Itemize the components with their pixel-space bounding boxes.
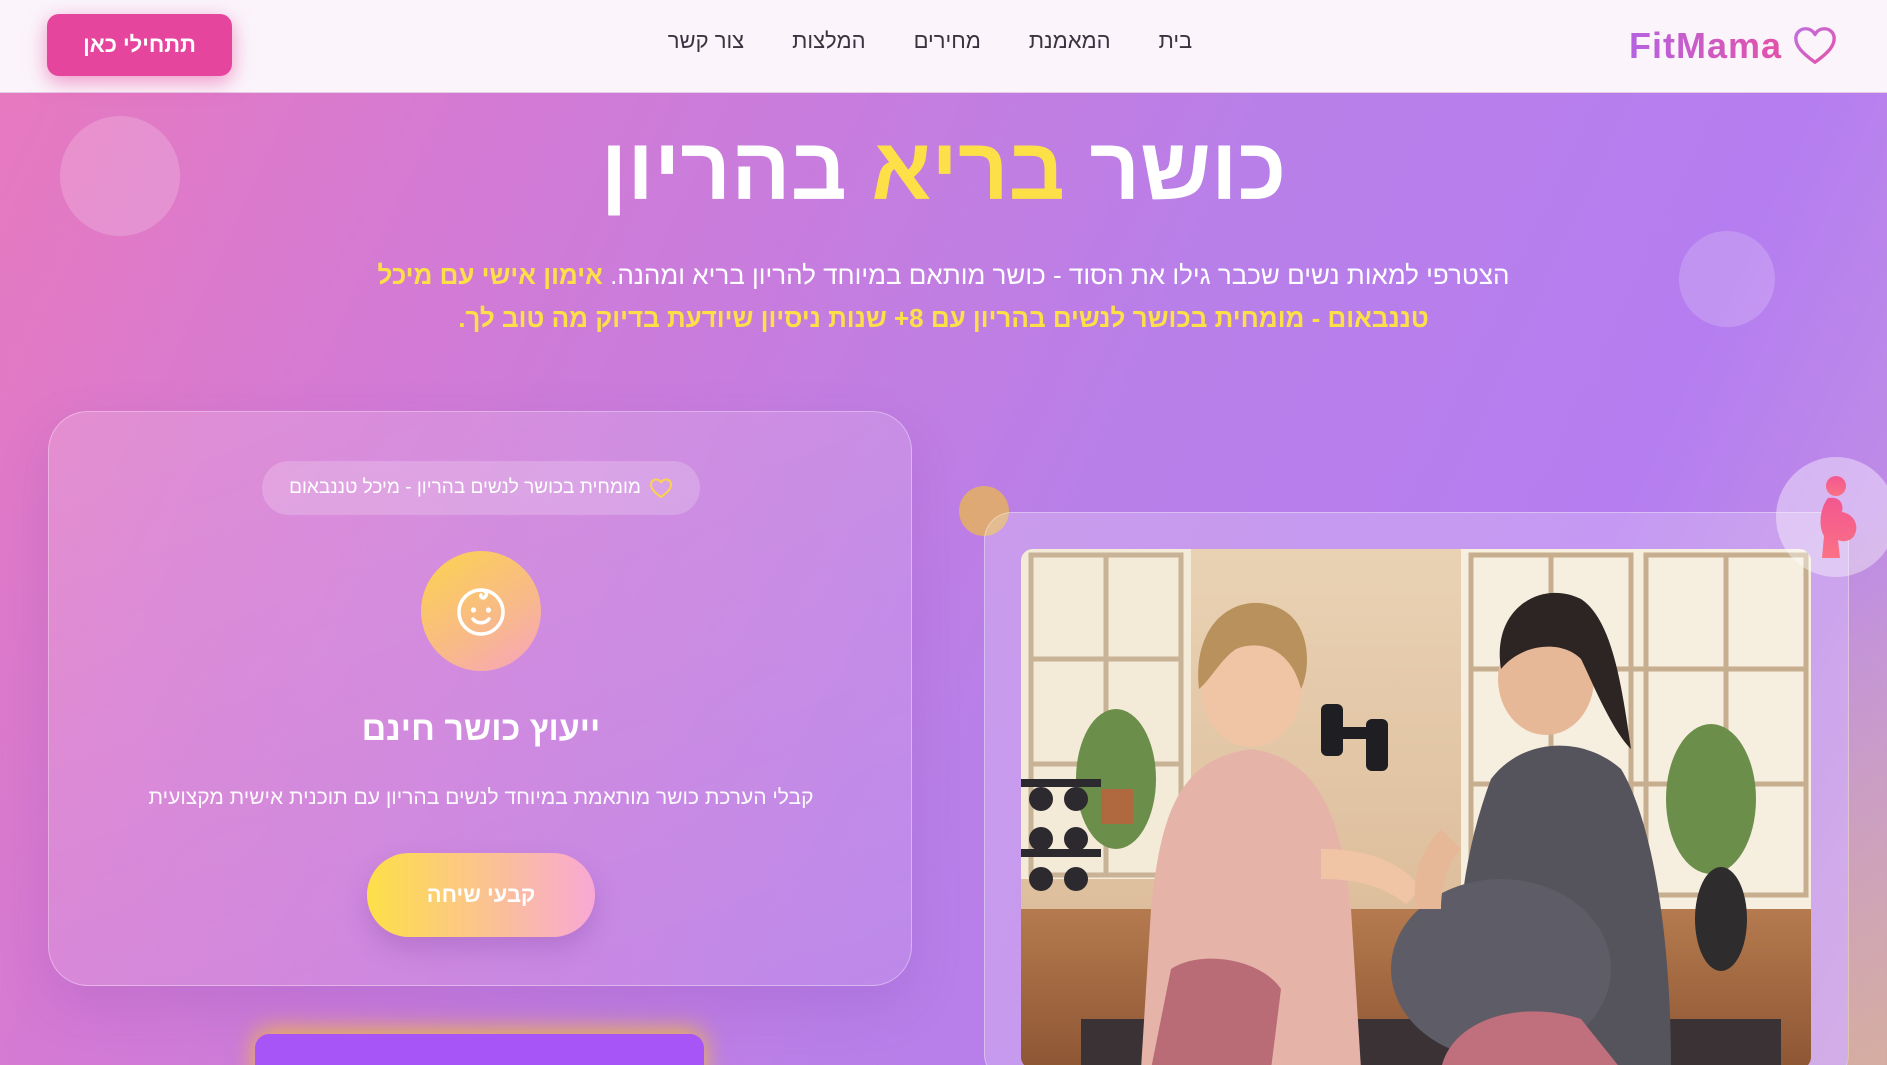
brand-name: FitMama [1628,25,1782,66]
training-photo-illustration [1021,549,1811,1065]
heart-outline-icon [649,478,672,498]
edge-glow [1847,520,1887,1065]
hero-title-highlight: בריא [871,119,1065,218]
purple-cta-button[interactable] [255,1034,704,1065]
expert-badge-label: מומחית בכושר לנשים בהריון - מיכל טננבאום [289,477,641,498]
nav-link-testimonials[interactable]: המלצות [792,28,865,54]
nav-link-contact[interactable]: צור קשר [668,28,744,54]
nav-link-home[interactable]: בית [1159,28,1193,54]
hero-title: כושר בריא בהריון [0,118,1887,219]
card-title: ייעוץ כושר חינם [361,710,601,748]
heart-icon [1794,27,1836,64]
hero-title-part1: כושר [1089,119,1287,218]
decor-bubble [1679,231,1775,327]
top-navbar: FitMama בית המאמנת מחירים המלצות צור קשר… [0,0,1887,93]
hero-subtitle-plain: הצטרפי למאות נשים שכבר גילו את הסוד - כו… [610,260,1510,290]
expert-badge: מומחית בכושר לנשים בהריון - מיכל טננבאום [262,461,700,515]
baby-face-icon [457,588,505,636]
hero-title-part2: בהריון [600,119,847,218]
free-consultation-card: מומחית בכושר לנשים בהריון - מיכל טננבאום… [48,411,912,986]
card-description: קבלי הערכת כושר מותאמת במיוחד לנשים בהרי… [148,786,814,809]
start-here-button[interactable]: תתחילי כאן [47,14,232,76]
hero-photo [1021,549,1811,1065]
baby-icon-circle [421,551,541,671]
nav-link-trainer[interactable]: המאמנת [1029,28,1111,54]
nav-link-prices[interactable]: מחירים [914,28,981,54]
hero-subtitle: הצטרפי למאות נשים שכבר גילו את הסוד - כו… [360,254,1527,340]
schedule-call-button[interactable]: קבעי שיחה [367,853,595,937]
nav-links: בית המאמנת מחירים המלצות צור קשר [650,28,1210,54]
brand-logo[interactable]: FitMama [1629,16,1838,76]
